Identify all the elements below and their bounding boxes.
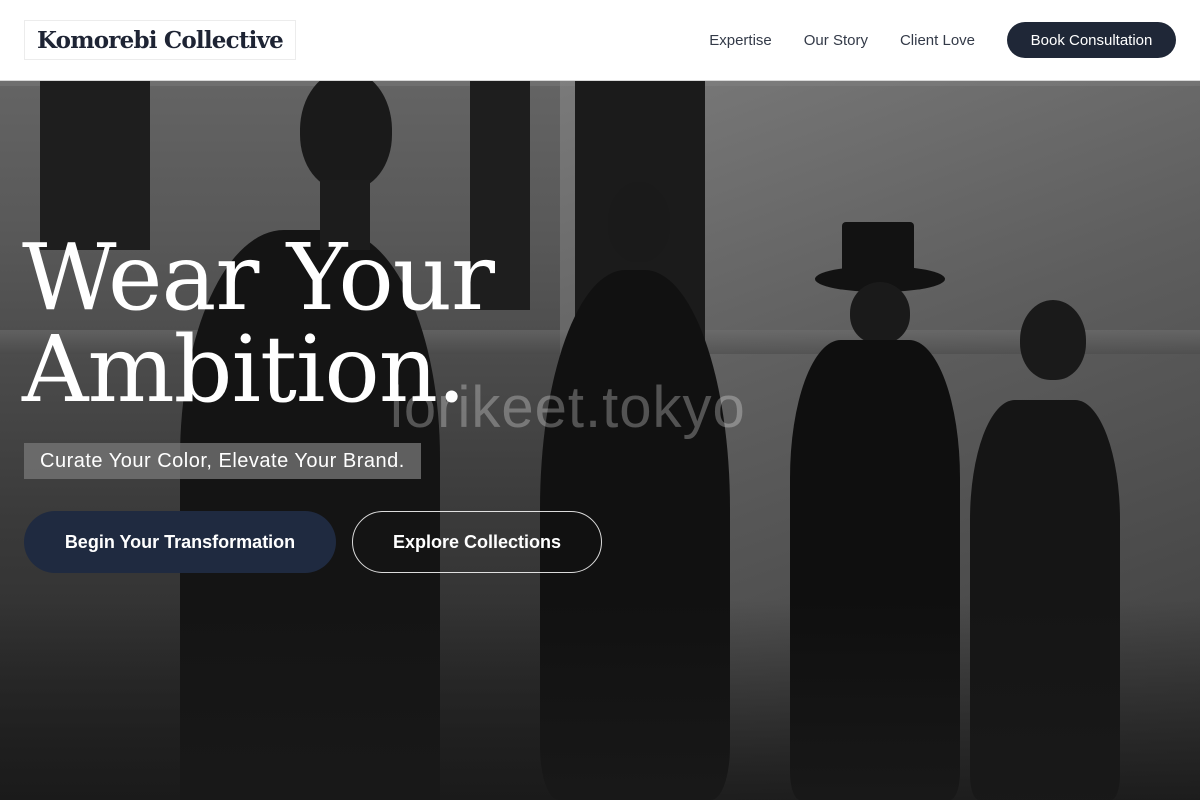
hero-headline-line-1: Wear Your bbox=[22, 224, 495, 331]
brand-logo[interactable]: Komorebi Collective bbox=[24, 20, 296, 60]
hero-tagline: Curate Your Color, Elevate Your Brand. bbox=[24, 443, 421, 479]
nav-link-client-love[interactable]: Client Love bbox=[900, 32, 975, 49]
nav-link-expertise[interactable]: Expertise bbox=[709, 32, 772, 49]
gallery-floor bbox=[0, 600, 1200, 800]
explore-collections-button[interactable]: Explore Collections bbox=[352, 511, 602, 573]
mannequin-3-head bbox=[850, 282, 910, 344]
top-nav: Komorebi Collective Expertise Our Story … bbox=[0, 0, 1200, 81]
mannequin-1-head bbox=[300, 70, 392, 190]
watermark-text: lorikeet.tokyo bbox=[390, 375, 746, 440]
begin-transformation-button[interactable]: Begin Your Transformation bbox=[24, 511, 336, 573]
book-consultation-button[interactable]: Book Consultation bbox=[1007, 22, 1176, 58]
mannequin-2-head bbox=[608, 182, 670, 262]
mannequin-4-head bbox=[1020, 300, 1086, 380]
nav-link-our-story[interactable]: Our Story bbox=[804, 32, 868, 49]
nav-links: Expertise Our Story Client Love bbox=[709, 0, 975, 80]
